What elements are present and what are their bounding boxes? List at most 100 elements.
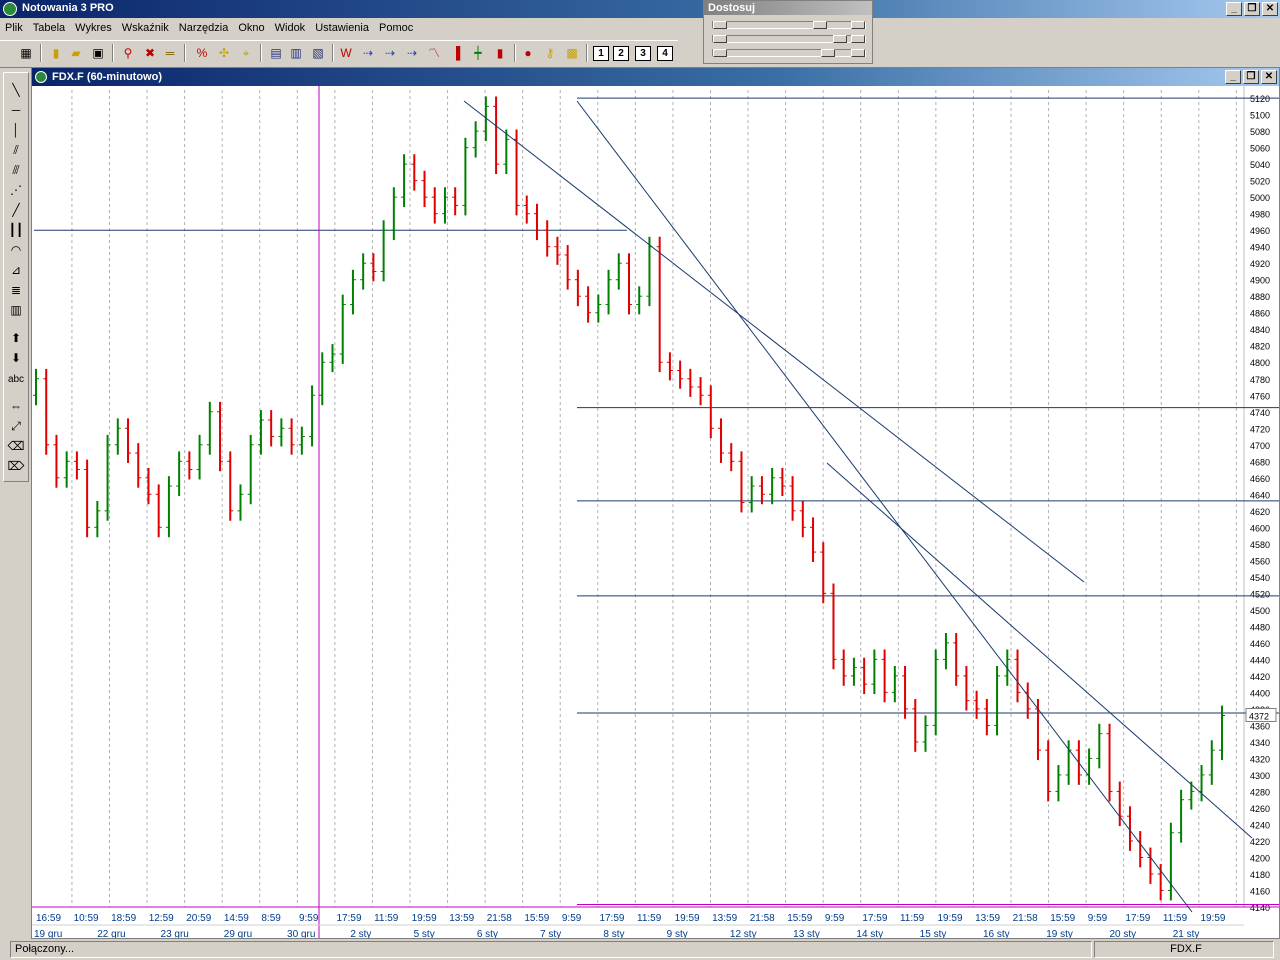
slider-2[interactable] <box>712 35 866 43</box>
move-tool-icon[interactable]: ⇔ <box>6 397 26 415</box>
horizontal-line-tool-icon[interactable]: ─ <box>6 101 26 119</box>
slider-1[interactable] <box>712 21 866 29</box>
slider-2-left-thumb[interactable] <box>713 35 727 43</box>
y-tick-label: 4560 <box>1250 556 1270 566</box>
eraser-all-icon[interactable]: ⌦ <box>6 457 26 475</box>
ray-tool-icon[interactable]: ╱ <box>6 201 26 219</box>
x-time-label: 9:59 <box>825 913 845 924</box>
layout-icon[interactable]: ▥ <box>288 45 304 61</box>
slider-1-left-thumb[interactable] <box>713 21 727 29</box>
x-date-label: 19 sty <box>1046 929 1073 938</box>
candle-chart-icon[interactable]: ▮ <box>492 45 508 61</box>
x-time-label: 13:59 <box>975 913 1000 924</box>
cycle-lines-tool-icon[interactable]: ┃┃ <box>6 221 26 239</box>
slider-2-right-thumb[interactable] <box>851 35 865 43</box>
toolbar-separator <box>184 44 186 62</box>
grid-icon[interactable]: ▦ <box>18 45 34 61</box>
toolbar-separator <box>514 44 516 62</box>
menu-narzedzia[interactable]: Narzędzia <box>174 22 234 34</box>
fibonacci-tool-icon[interactable]: ≣ <box>6 281 26 299</box>
fan-tool-icon[interactable]: ⋰ <box>6 181 26 199</box>
slider-3-left-thumb[interactable] <box>713 49 727 57</box>
y-tick-label: 5040 <box>1250 160 1270 170</box>
slider-3[interactable] <box>712 49 866 57</box>
fan-lines-tool-icon[interactable]: ⊿ <box>6 261 26 279</box>
slider-1-mid-thumb[interactable] <box>813 21 827 29</box>
save-icon[interactable]: ▣ <box>90 45 106 61</box>
x-time-label: 10:59 <box>74 913 99 924</box>
menu-widok[interactable]: Widok <box>270 22 311 34</box>
minimize-icon[interactable]: _ <box>1226 2 1242 16</box>
vertical-line-tool-icon[interactable]: │ <box>6 121 26 139</box>
layout-3-button[interactable]: 3 <box>635 46 651 61</box>
menu-ustawienia[interactable]: Ustawienia <box>310 22 374 34</box>
layout-4-button[interactable]: 4 <box>657 46 673 61</box>
arrow-up-tool-icon[interactable]: ⬆ <box>6 329 26 347</box>
image-icon[interactable]: ▩ <box>564 45 580 61</box>
text-tool-icon[interactable]: abc <box>6 371 26 389</box>
arrow-down-tool-icon[interactable]: ⬇ <box>6 349 26 367</box>
slider-3-mid-thumb[interactable] <box>821 49 835 57</box>
y-tick-label: 4280 <box>1250 787 1270 797</box>
y-tick-label: 4420 <box>1250 672 1270 682</box>
eraser-icon[interactable]: ⌫ <box>6 437 26 455</box>
x-time-label: 17:59 <box>599 913 624 924</box>
slider-3-right-thumb[interactable] <box>851 49 865 57</box>
cursor-icon[interactable]: ⌖ <box>238 45 254 61</box>
x-time-label: 9:59 <box>299 913 319 924</box>
time-zones-tool-icon[interactable]: ▥ <box>6 301 26 319</box>
delete-icon[interactable]: ✖ <box>142 45 158 61</box>
menu-wykres[interactable]: Wykres <box>70 22 117 34</box>
menu-okno[interactable]: Okno <box>233 22 269 34</box>
layout-1-button[interactable]: 1 <box>593 46 609 61</box>
arrow-right-dotted-icon[interactable]: ⇢ <box>404 45 420 61</box>
menu-wskaznik[interactable]: Wskaźnik <box>117 22 174 34</box>
slider-2-mid-thumb[interactable] <box>833 35 847 43</box>
x-date-label: 20 sty <box>1109 929 1136 938</box>
trendline-tool-icon[interactable]: ╲ <box>6 81 26 99</box>
crosshair-icon[interactable]: ✣ <box>216 45 232 61</box>
parallel-tool-icon[interactable]: ⫻ <box>6 161 26 179</box>
new-file-icon[interactable]: ▮ <box>48 45 64 61</box>
y-tick-label: 4600 <box>1250 523 1270 533</box>
price-chart[interactable]: 5120 5100 5080 5060 5040 5020 5000 4980 4960 4940… <box>32 86 1279 938</box>
y-tick-label: 5060 <box>1250 144 1270 154</box>
zoom-90-icon[interactable]: % <box>194 45 210 61</box>
x-time-label: 19:59 <box>675 913 700 924</box>
x-time-label: 17:59 <box>337 913 362 924</box>
arcs-tool-icon[interactable]: ◠ <box>6 241 26 259</box>
chart-restore-icon[interactable]: ❐ <box>1243 70 1259 84</box>
bar-chart-icon[interactable]: ▐ <box>448 45 464 61</box>
window-icon[interactable]: ▧ <box>310 45 326 61</box>
menu-tabela[interactable]: Tabela <box>28 22 70 34</box>
table-icon[interactable]: ▤ <box>268 45 284 61</box>
drawing-tools-panel: ╲ ─ │ ⫽ ⫻ ⋰ ╱ ┃┃ ◠ ⊿ ≣ ▥ ⬆ ⬇ abc ⇔ ⤢ ⌫ ⌦ <box>3 72 29 482</box>
menu-pomoc[interactable]: Pomoc <box>374 22 418 34</box>
close-icon[interactable]: ✕ <box>1262 2 1278 16</box>
slider-1-right-thumb[interactable] <box>851 21 865 29</box>
key-icon[interactable]: ⚷ <box>542 45 558 61</box>
arrow-right-double-icon[interactable]: ⇢ <box>382 45 398 61</box>
open-folder-icon[interactable]: ▰ <box>68 45 84 61</box>
menu-plik[interactable]: Plik <box>0 22 28 34</box>
ruler-icon[interactable]: ═ <box>162 45 178 61</box>
arrow-right-icon[interactable]: ⇢ <box>360 45 376 61</box>
ohlc-chart-icon[interactable]: ┿ <box>470 45 486 61</box>
search-icon[interactable]: ⚲ <box>120 45 136 61</box>
x-time-label: 17:59 <box>1125 913 1150 924</box>
restore-icon[interactable]: ❐ <box>1244 2 1260 16</box>
y-tick-label: 4360 <box>1250 721 1270 731</box>
select-tool-icon[interactable]: ⤢ <box>6 417 26 435</box>
y-tick-label: 5100 <box>1250 111 1270 121</box>
layout-2-button[interactable]: 2 <box>613 46 629 61</box>
wl-indicator-icon[interactable]: W <box>338 45 354 61</box>
x-date-label: 30 gru <box>287 929 315 938</box>
chart-minimize-icon[interactable]: _ <box>1225 70 1241 84</box>
chart-close-icon[interactable]: ✕ <box>1261 70 1277 84</box>
x-time-label: 18:59 <box>111 913 136 924</box>
line-chart-icon[interactable]: 〽 <box>426 45 442 61</box>
traffic-light-icon[interactable]: ● <box>520 45 536 61</box>
channel-tool-icon[interactable]: ⫽ <box>6 141 26 159</box>
x-time-label: 21:58 <box>750 913 775 924</box>
x-date-label: 23 gru <box>161 929 189 938</box>
